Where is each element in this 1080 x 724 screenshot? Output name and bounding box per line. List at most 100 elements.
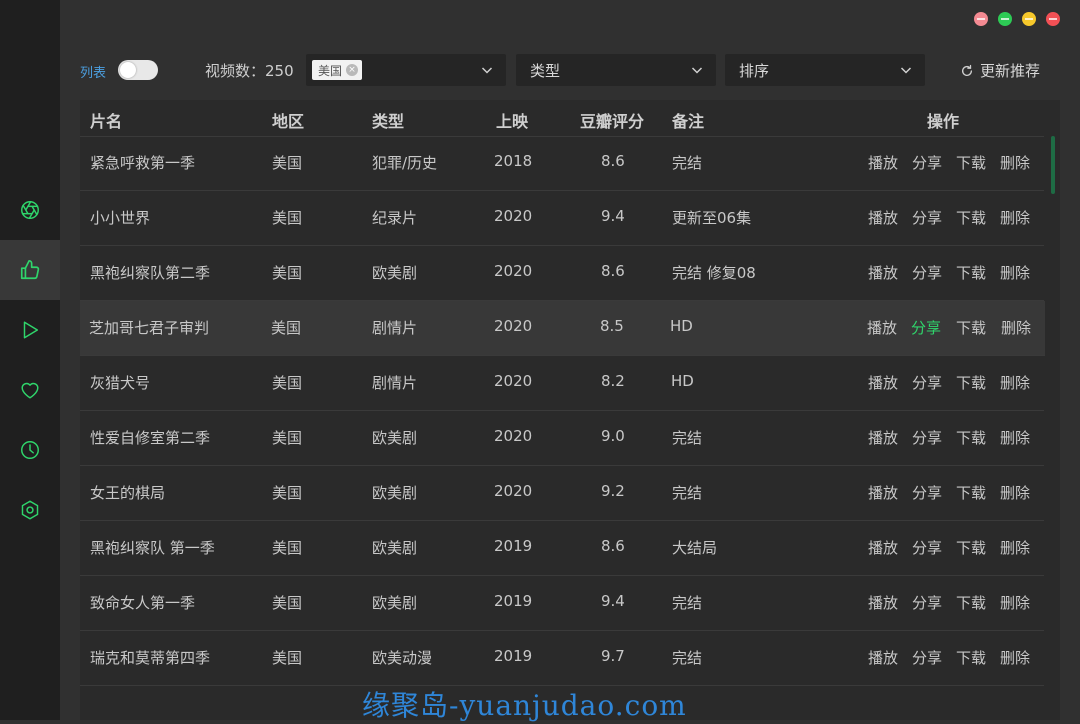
share-action[interactable]: 分享	[912, 372, 942, 393]
scrollbar-thumb[interactable]	[1051, 136, 1055, 194]
delete-action[interactable]: 删除	[1001, 317, 1031, 338]
share-action[interactable]: 分享	[912, 537, 942, 558]
table-row[interactable]: 灰猎犬号 美国 剧情片 2020 8.2 HD 播放 分享 下载 删除	[80, 356, 1044, 411]
download-action[interactable]: 下载	[956, 537, 986, 558]
download-action[interactable]: 下载	[956, 647, 986, 668]
table-row[interactable]: 瑞克和莫蒂第四季 美国 欧美动漫 2019 9.7 完结 播放 分享 下载 删除	[80, 631, 1044, 686]
cell-region: 美国	[272, 154, 303, 172]
table-row-hovered[interactable]: 芝加哥七君子审判 美国 剧情片 2020 8.5 HD 播放 分享 下载 删除	[80, 301, 1045, 356]
share-action[interactable]: 分享	[912, 647, 942, 668]
delete-action[interactable]: 删除	[1000, 372, 1030, 393]
cell-name: 黑袍纠察队 第一季	[90, 539, 215, 557]
cell-name: 芝加哥七君子审判	[89, 319, 210, 337]
cell-name: 灰猎犬号	[90, 374, 151, 392]
download-action[interactable]: 下载	[956, 427, 986, 448]
cell-name: 紧急呼救第一季	[90, 154, 196, 172]
refresh-icon	[961, 64, 973, 76]
play-action[interactable]: 播放	[868, 537, 898, 558]
sort-select[interactable]: 排序	[725, 54, 925, 86]
cell-note: 完结	[672, 649, 703, 667]
cell-note: 大结局	[672, 539, 718, 557]
table-row[interactable]: 黑袍纠察队第二季 美国 欧美剧 2020 8.6 完结 修复08 播放 分享 下…	[80, 246, 1044, 301]
list-mode-toggle[interactable]	[118, 60, 158, 80]
minimize-button[interactable]	[998, 12, 1012, 26]
region-tag: 美国 ×	[312, 60, 363, 80]
cell-region: 美国	[272, 539, 303, 557]
pin-button[interactable]	[974, 12, 988, 26]
play-action[interactable]: 播放	[868, 427, 898, 448]
sidebar-item-favorites[interactable]	[0, 360, 60, 420]
chevron-down-icon	[691, 67, 703, 74]
delete-action[interactable]: 删除	[1000, 207, 1030, 228]
delete-action[interactable]: 删除	[1000, 427, 1030, 448]
table-scrollbar[interactable]	[1044, 136, 1060, 720]
share-action[interactable]: 分享	[911, 317, 941, 338]
download-action[interactable]: 下载	[956, 262, 986, 283]
table-row[interactable]: 小小世界 美国 纪录片 2020 9.4 更新至06集 播放 分享 下载 删除	[80, 191, 1044, 246]
table-row[interactable]: 紧急呼救第一季 美国 犯罪/历史 2018 8.6 完结 播放 分享 下载 删除	[80, 136, 1044, 191]
delete-action[interactable]: 删除	[1000, 647, 1030, 668]
share-action[interactable]: 分享	[912, 482, 942, 503]
share-action[interactable]: 分享	[912, 592, 942, 613]
download-action[interactable]: 下载	[956, 207, 986, 228]
table-row[interactable]: 致命女人第一季 美国 欧美剧 2019 9.4 完结 播放 分享 下载 删除	[80, 576, 1044, 631]
tag-remove-icon[interactable]: ×	[346, 64, 359, 76]
header-year: 上映	[496, 112, 529, 131]
type-select[interactable]: 类型	[516, 54, 716, 86]
cell-year: 2019	[494, 592, 533, 610]
delete-action[interactable]: 删除	[1000, 537, 1030, 558]
close-button[interactable]	[1046, 12, 1060, 26]
download-action[interactable]: 下载	[956, 317, 986, 338]
heart-icon	[21, 382, 39, 399]
cell-region: 美国	[272, 429, 303, 447]
cell-note: 更新至06集	[672, 209, 752, 227]
table-row[interactable]: 性爱自修室第二季 美国 欧美剧 2020 9.0 完结 播放 分享 下载 删除	[80, 411, 1044, 466]
delete-action[interactable]: 删除	[1000, 262, 1030, 283]
cell-rating: 8.2	[601, 372, 625, 390]
table-row[interactable]: 黑袍纠察队 第一季 美国 欧美剧 2019 8.6 大结局 播放 分享 下载 删…	[80, 521, 1044, 576]
maximize-button[interactable]	[1022, 12, 1036, 26]
play-action[interactable]: 播放	[868, 152, 898, 173]
cell-region: 美国	[272, 264, 303, 282]
play-action[interactable]: 播放	[868, 592, 898, 613]
share-action[interactable]: 分享	[912, 262, 942, 283]
play-action[interactable]: 播放	[867, 317, 897, 338]
refresh-recommend-button[interactable]: 更新推荐	[960, 60, 1040, 81]
share-action[interactable]: 分享	[912, 207, 942, 228]
share-action[interactable]: 分享	[912, 152, 942, 173]
download-action[interactable]: 下载	[956, 152, 986, 173]
download-action[interactable]: 下载	[956, 592, 986, 613]
delete-action[interactable]: 删除	[1000, 592, 1030, 613]
cell-genre: 剧情片	[372, 374, 418, 392]
video-table: 片名 地区 类型 上映 豆瓣评分 备注 操作 紧急呼救第一季 美国 犯罪/历史 …	[80, 100, 1060, 720]
delete-action[interactable]: 删除	[1000, 482, 1030, 503]
cell-region: 美国	[271, 319, 302, 337]
play-action[interactable]: 播放	[868, 647, 898, 668]
download-action[interactable]: 下载	[956, 372, 986, 393]
cell-region: 美国	[272, 209, 303, 227]
clock-icon	[21, 441, 39, 459]
cell-genre: 纪录片	[372, 209, 418, 227]
cell-rating: 9.7	[601, 647, 625, 665]
chevron-down-icon	[900, 67, 912, 74]
table-row[interactable]: 女王的棋局 美国 欧美剧 2020 9.2 完结 播放 分享 下载 删除	[80, 466, 1044, 521]
region-select[interactable]: 美国 ×	[306, 54, 506, 86]
download-action[interactable]: 下载	[956, 482, 986, 503]
play-action[interactable]: 播放	[868, 262, 898, 283]
sort-select-placeholder: 排序	[739, 62, 770, 80]
sidebar-item-discover[interactable]	[0, 180, 60, 240]
play-action[interactable]: 播放	[868, 482, 898, 503]
sidebar-item-play[interactable]	[0, 300, 60, 360]
cell-year: 2019	[494, 537, 533, 555]
toggle-knob	[120, 62, 136, 78]
sidebar-item-settings[interactable]	[0, 480, 60, 540]
header-name: 片名	[90, 112, 123, 131]
cell-note: HD	[671, 372, 694, 390]
cell-note: HD	[670, 317, 693, 335]
share-action[interactable]: 分享	[912, 427, 942, 448]
play-action[interactable]: 播放	[868, 207, 898, 228]
play-action[interactable]: 播放	[868, 372, 898, 393]
sidebar-item-history[interactable]	[0, 420, 60, 480]
delete-action[interactable]: 删除	[1000, 152, 1030, 173]
sidebar-item-recommend[interactable]	[0, 240, 60, 300]
